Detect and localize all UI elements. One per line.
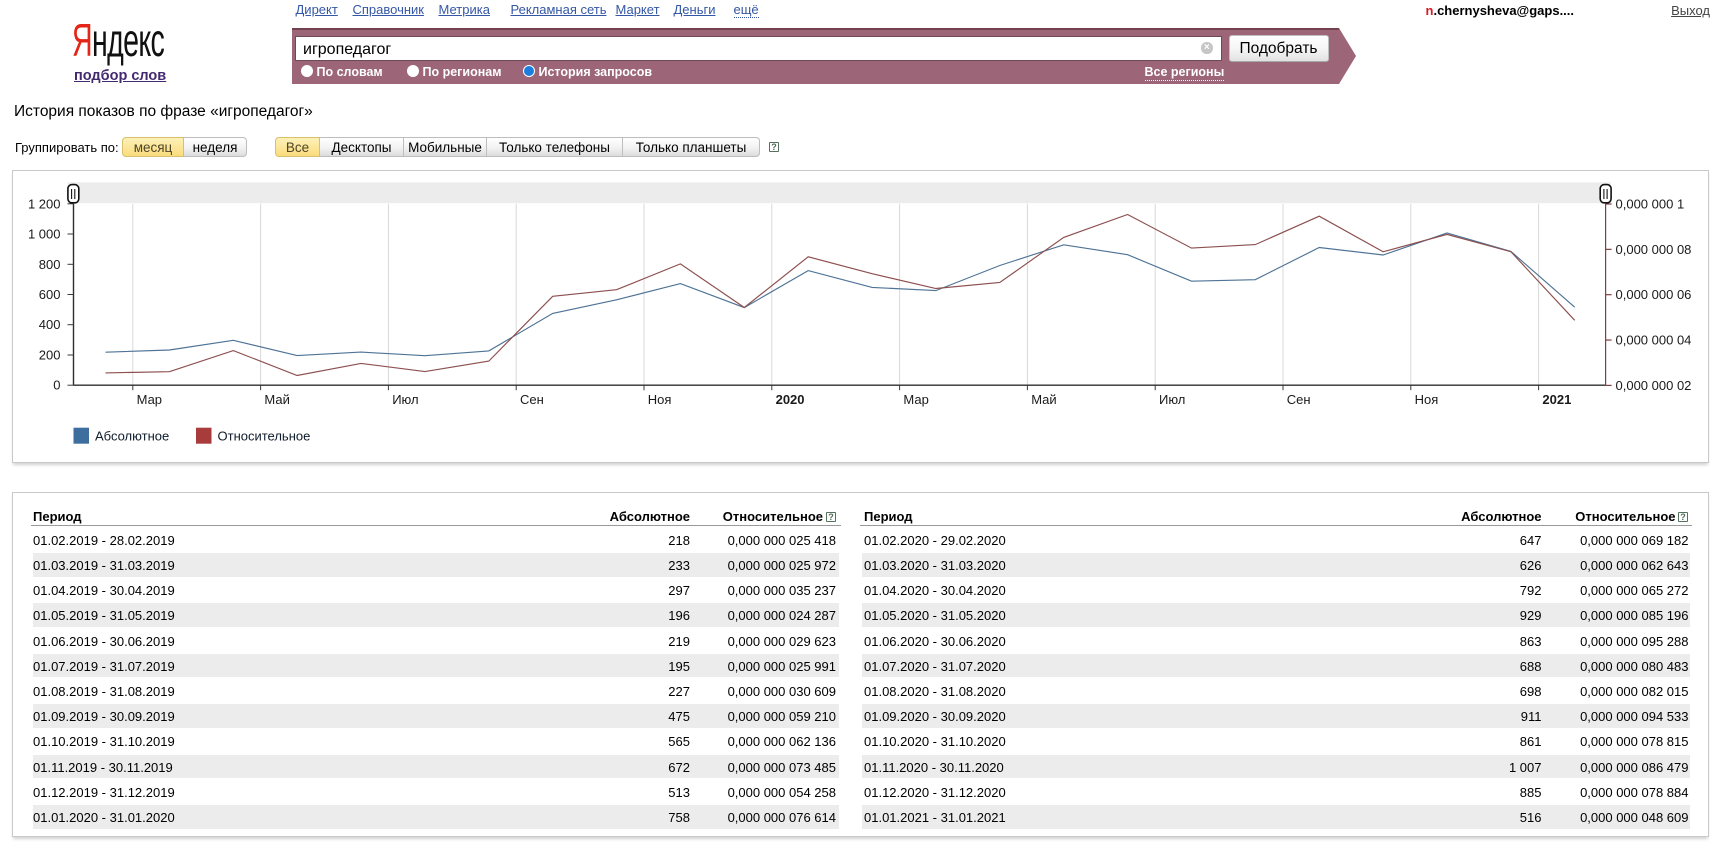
svg-text:200: 200 bbox=[39, 348, 61, 363]
svg-text:Ноя: Ноя bbox=[648, 392, 672, 407]
svg-text:2021: 2021 bbox=[1542, 392, 1571, 407]
svg-text:1 200: 1 200 bbox=[28, 196, 61, 211]
svg-text:1 000: 1 000 bbox=[28, 227, 61, 242]
svg-text:0,000 000 1: 0,000 000 1 bbox=[1616, 197, 1685, 212]
svg-text:2020: 2020 bbox=[776, 392, 805, 407]
svg-text:600: 600 bbox=[39, 287, 61, 302]
svg-text:Мар: Мар bbox=[137, 392, 162, 407]
svg-text:0,000 000 06: 0,000 000 06 bbox=[1616, 287, 1692, 302]
svg-text:0,000 000 04: 0,000 000 04 bbox=[1616, 333, 1692, 348]
svg-text:800: 800 bbox=[39, 257, 61, 272]
svg-text:Сен: Сен bbox=[520, 392, 544, 407]
svg-text:Сен: Сен bbox=[1287, 392, 1311, 407]
svg-text:Абсолютное: Абсолютное bbox=[95, 429, 169, 444]
svg-text:400: 400 bbox=[39, 317, 61, 332]
svg-text:0,000 000 02: 0,000 000 02 bbox=[1616, 378, 1692, 393]
svg-text:Июл: Июл bbox=[392, 392, 418, 407]
svg-text:Май: Май bbox=[1031, 392, 1056, 407]
svg-text:Ноя: Ноя bbox=[1415, 392, 1439, 407]
svg-text:Май: Май bbox=[264, 392, 289, 407]
svg-text:Относительное: Относительное bbox=[218, 429, 311, 444]
svg-text:0,000 000 08: 0,000 000 08 bbox=[1616, 242, 1692, 257]
svg-text:Июл: Июл bbox=[1159, 392, 1185, 407]
svg-text:Мар: Мар bbox=[903, 392, 928, 407]
svg-text:0: 0 bbox=[53, 378, 60, 393]
